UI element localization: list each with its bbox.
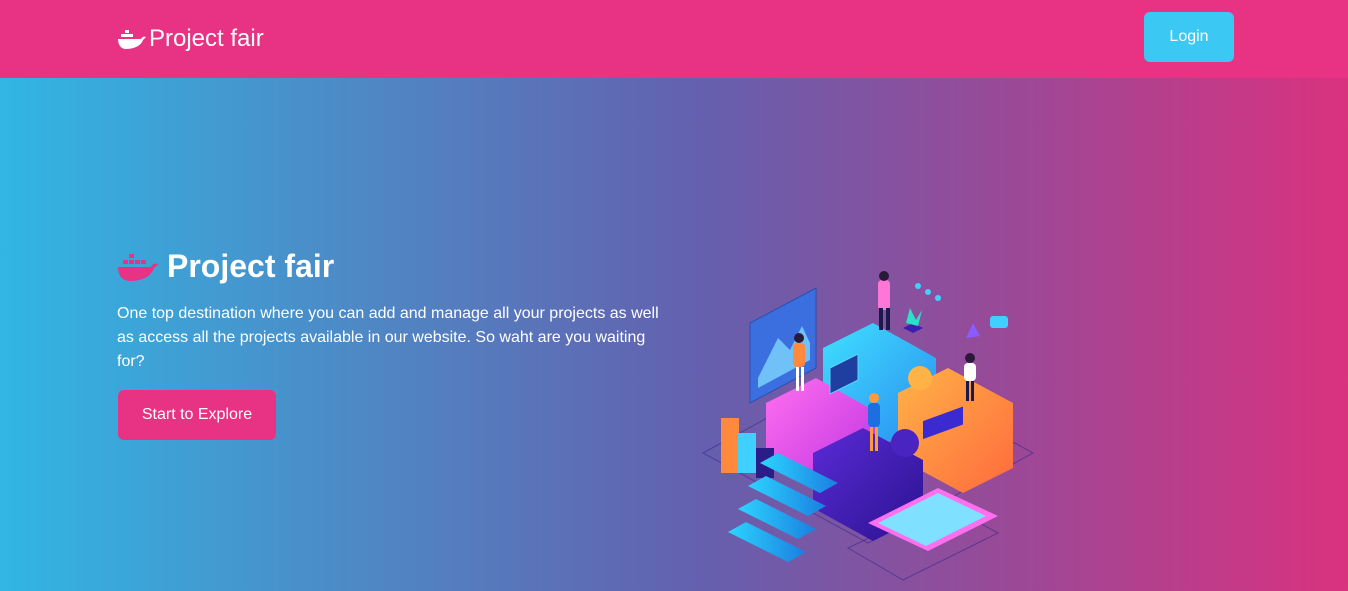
isometric-teamwork-puzzle-illustration — [701, 271, 1035, 581]
hero-description: One top destination where you can add an… — [117, 305, 659, 370]
navbar: Project fair Login — [0, 0, 1348, 78]
start-explore-button[interactable]: Start to Explore — [118, 390, 276, 440]
docker-whale-icon — [118, 253, 158, 281]
hero-section: Project fair One top destination where y… — [0, 78, 1348, 591]
login-button[interactable]: Login — [1144, 12, 1234, 62]
docker-whale-icon — [118, 30, 146, 49]
brand-link[interactable]: Project fair — [117, 24, 264, 54]
brand-text: Project fair — [149, 25, 264, 52]
hero-title: Project fair — [167, 248, 335, 284]
hero-heading: Project fair — [117, 248, 334, 285]
